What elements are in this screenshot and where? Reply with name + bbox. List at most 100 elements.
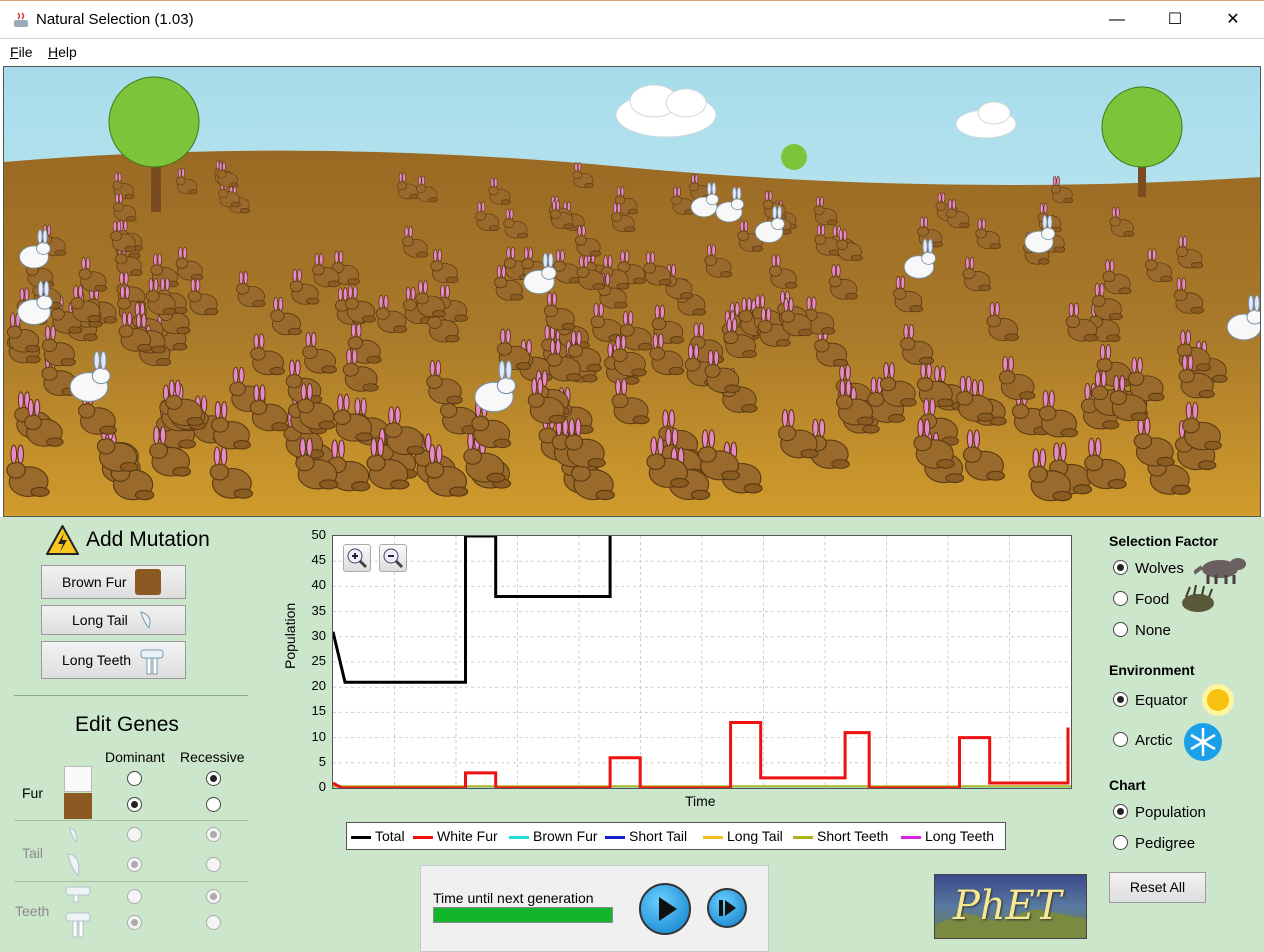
white-fur-icon — [64, 766, 92, 792]
legend-item: Short Tail — [605, 828, 687, 844]
time-label: Time until next generation — [433, 890, 594, 906]
progress-fill — [434, 908, 612, 922]
chart-plot — [331, 534, 1071, 790]
long-teeth-icon — [140, 649, 164, 675]
y-tick-label: 45 — [311, 552, 326, 568]
menu-help[interactable]: Help — [48, 44, 77, 60]
y-axis-ticks: 0 5 10 15 20 25 30 35 40 45 50 — [300, 517, 328, 807]
chart-population-label[interactable]: Population — [1135, 804, 1206, 821]
series-white-fur-line — [332, 721, 1070, 790]
java-app-icon — [14, 12, 28, 27]
tail-recessive-long-radio[interactable] — [206, 857, 221, 872]
zoom-in-icon — [347, 548, 368, 569]
close-button[interactable]: ✕ — [1204, 1, 1262, 39]
teeth-dominant-short-radio[interactable] — [127, 889, 142, 904]
selection-none-label[interactable]: None — [1135, 622, 1171, 639]
long-tail-mutation-button[interactable]: Long Tail — [41, 605, 186, 635]
zoom-out-icon — [383, 548, 404, 569]
teeth-dominant-long-radio[interactable] — [127, 915, 142, 930]
gene-label-fur: Fur — [22, 785, 43, 801]
environment-arctic-label[interactable]: Arctic — [1135, 732, 1173, 749]
tail-dominant-long-radio[interactable] — [127, 857, 142, 872]
brown-fur-mutation-button[interactable]: Brown Fur — [41, 565, 186, 599]
control-panel: Add Mutation Brown Fur Long Tail Long Te… — [0, 517, 1264, 952]
brown-fur-icon — [64, 793, 92, 819]
minimize-icon: — — [1109, 11, 1125, 28]
window-title: Natural Selection (1.03) — [36, 11, 194, 28]
y-tick-label: 30 — [311, 627, 326, 643]
selection-none-radio[interactable] — [1113, 622, 1128, 637]
reset-all-button[interactable]: Reset All — [1109, 872, 1206, 903]
close-icon: ✕ — [1226, 11, 1240, 28]
chart-population-radio[interactable] — [1113, 804, 1128, 819]
environment-equator-radio[interactable] — [1113, 692, 1128, 707]
selection-wolves-radio[interactable] — [1113, 560, 1128, 575]
chart-x-axis-label: Time — [685, 793, 716, 809]
legend-label: Brown Fur — [533, 828, 598, 844]
y-tick-label: 50 — [311, 527, 326, 542]
wolf-icon — [1194, 558, 1246, 584]
fur-recessive-brown-radio[interactable] — [206, 797, 221, 812]
teeth-icons — [65, 886, 91, 938]
legend-label: White Fur — [437, 828, 498, 844]
legend-label: Short Teeth — [817, 828, 889, 844]
chart-legend: Total White Fur Brown Fur Short Tail Long Ta… — [346, 822, 1006, 850]
zoom-in-button[interactable] — [343, 544, 371, 572]
step-button[interactable] — [707, 888, 747, 928]
menu-file[interactable]: File — [10, 44, 33, 60]
zoom-out-button[interactable] — [379, 544, 407, 572]
chart-pedigree-radio[interactable] — [1113, 835, 1128, 850]
simulation-play-area[interactable] — [3, 66, 1261, 517]
long-tail-icon — [140, 611, 151, 630]
legend-item: Total — [351, 828, 405, 844]
play-button[interactable] — [639, 883, 691, 935]
tail-dominant-short-radio[interactable] — [127, 827, 142, 842]
legend-swatch — [605, 835, 625, 839]
phet-logo-text: PhET — [953, 883, 1062, 929]
chart-pedigree-label[interactable]: Pedigree — [1135, 835, 1195, 852]
selection-wolves-label[interactable]: Wolves — [1135, 560, 1184, 577]
selection-food-label[interactable]: Food — [1135, 591, 1169, 608]
environment-arctic-radio[interactable] — [1113, 732, 1128, 747]
teeth-recessive-short-radio[interactable] — [206, 889, 221, 904]
tail-recessive-short-radio[interactable] — [206, 827, 221, 842]
maximize-button[interactable]: ☐ — [1146, 1, 1204, 39]
menu-bar: File Help — [0, 38, 1264, 65]
y-tick-label: 0 — [318, 779, 326, 794]
y-tick-label: 25 — [311, 653, 326, 668]
y-tick-label: 40 — [311, 577, 326, 593]
y-tick-label: 10 — [311, 728, 326, 744]
y-tick-label: 35 — [311, 602, 326, 618]
environment-equator-label[interactable]: Equator — [1135, 692, 1188, 709]
selection-factor-title: Selection Factor — [1109, 533, 1218, 549]
long-teeth-mutation-button[interactable]: Long Teeth — [41, 641, 186, 679]
minimize-button[interactable]: — — [1088, 1, 1146, 39]
fur-dominant-white-radio[interactable] — [127, 771, 142, 786]
teeth-recessive-long-radio[interactable] — [206, 915, 221, 930]
legend-swatch — [509, 835, 529, 839]
phet-logo[interactable]: PhET — [934, 874, 1087, 939]
add-mutation-title: Add Mutation — [86, 528, 210, 551]
legend-label: Short Tail — [629, 828, 688, 844]
tail-icons — [67, 827, 80, 878]
legend-item: White Fur — [413, 828, 498, 844]
selection-food-radio[interactable] — [1113, 591, 1128, 606]
environment-title: Environment — [1109, 662, 1195, 678]
chart-y-axis-label: Population — [282, 602, 298, 669]
divider — [14, 695, 248, 696]
legend-label: Total — [375, 828, 405, 844]
legend-label: Long Tail — [727, 828, 783, 844]
title-bar: Natural Selection (1.03) — ☐ ✕ — [0, 0, 1264, 38]
legend-item: Long Teeth — [901, 828, 994, 844]
legend-swatch — [901, 835, 921, 839]
chart-mode-title: Chart — [1109, 777, 1146, 793]
snowflake-icon — [1184, 723, 1222, 761]
divider — [14, 820, 248, 821]
fur-recessive-white-radio[interactable] — [206, 771, 221, 786]
legend-swatch — [793, 835, 813, 839]
recessive-column-header: Recessive — [180, 749, 245, 765]
maximize-icon: ☐ — [1167, 11, 1183, 28]
legend-swatch — [703, 835, 723, 839]
gene-label-tail: Tail — [22, 845, 44, 861]
fur-dominant-brown-radio[interactable] — [127, 797, 142, 812]
